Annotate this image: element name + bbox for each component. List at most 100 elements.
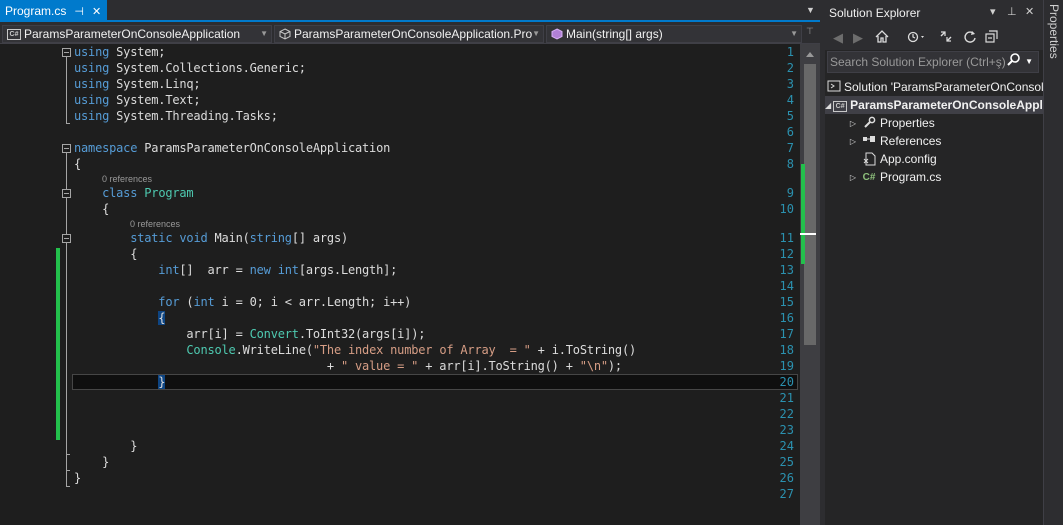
line-number: 10 <box>779 202 794 216</box>
code-line[interactable]: { <box>74 156 81 172</box>
line-number: 4 <box>786 93 794 107</box>
tree-item-label: Program.cs <box>880 170 942 184</box>
history-icon[interactable] <box>907 30 927 46</box>
codelens-references[interactable]: 0 references <box>102 174 152 184</box>
line-number: 14 <box>779 279 794 293</box>
project-dropdown[interactable]: C# ParamsParameterOnConsoleApplication ▼ <box>2 25 272 43</box>
references-icon <box>861 134 877 148</box>
navigation-bar: C# ParamsParameterOnConsoleApplication ▼… <box>0 24 820 44</box>
window-position-dropdown-icon[interactable]: ▾ <box>990 5 996 18</box>
code-line[interactable]: using System.Text; <box>74 92 201 108</box>
outline-guide-end <box>66 123 70 124</box>
code-line[interactable]: using System.Collections.Generic; <box>74 60 306 76</box>
method-icon <box>551 28 563 40</box>
forward-arrow-icon[interactable]: ▶ <box>853 30 863 46</box>
tree-item-solution[interactable]: Solution 'ParamsParameterOnConsoleApplic… <box>825 78 1043 96</box>
collapsed-arrow-icon[interactable]: ▷ <box>847 119 859 128</box>
sync-icon[interactable] <box>939 30 953 46</box>
back-arrow-icon[interactable]: ◀ <box>833 30 843 46</box>
code-line[interactable]: arr[i] = Convert.ToInt32(args[i]); <box>74 326 425 342</box>
properties-side-tab[interactable]: Properties <box>1043 0 1063 525</box>
collapsed-arrow-icon[interactable]: ▷ <box>847 137 859 146</box>
codelens-references[interactable]: 0 references <box>130 219 180 229</box>
tab-overflow-chevron-icon[interactable]: ▼ <box>806 5 815 15</box>
line-number: 19 <box>779 359 794 373</box>
collapse-outline-icon[interactable] <box>62 48 71 57</box>
tree-item-app-config[interactable]: App.config <box>825 150 1043 168</box>
line-number: 3 <box>786 77 794 91</box>
collapsed-arrow-icon[interactable]: ▷ <box>847 173 859 182</box>
csharp-file-icon: C# <box>862 172 876 183</box>
code-line[interactable]: } <box>74 454 109 470</box>
collapse-all-icon[interactable] <box>985 30 999 46</box>
outline-guide <box>66 153 67 486</box>
outline-guide <box>66 57 67 123</box>
search-icon[interactable] <box>1007 53 1020 70</box>
code-line[interactable]: namespace ParamsParameterOnConsoleApplic… <box>74 140 390 156</box>
editor-vertical-scrollbar[interactable] <box>800 44 820 525</box>
code-line[interactable]: } <box>74 470 81 486</box>
scrollbar-caret-marker <box>800 233 816 235</box>
tree-item-label: References <box>880 134 942 148</box>
code-line[interactable]: { <box>74 201 109 217</box>
solution-explorer-search[interactable]: ▼ <box>827 51 1039 73</box>
line-number: 26 <box>779 471 794 485</box>
pin-icon[interactable]: ⊣ <box>74 5 84 18</box>
code-line[interactable]: int[] arr = new int[args.Length]; <box>74 262 397 278</box>
collapse-outline-icon[interactable] <box>62 144 71 153</box>
chevron-down-icon[interactable]: ▼ <box>1025 57 1033 66</box>
refresh-icon[interactable] <box>963 30 977 46</box>
close-icon[interactable]: ✕ <box>1025 5 1034 18</box>
code-line[interactable]: { <box>74 246 137 262</box>
document-tab-program-cs[interactable]: Program.cs ⊣ ✕ <box>0 0 108 22</box>
code-line[interactable]: + " value = " + arr[i].ToString() + "\n"… <box>74 358 622 374</box>
line-number: 18 <box>779 343 794 357</box>
expanded-arrow-icon[interactable]: ◢ <box>825 101 831 110</box>
code-line[interactable]: using System.Threading.Tasks; <box>74 108 278 124</box>
tree-item-project[interactable]: ◢ C# ParamsParameterOnConsoleApplication <box>825 96 1043 114</box>
code-line[interactable]: using System; <box>74 44 166 60</box>
line-number: 17 <box>779 327 794 341</box>
solution-explorer-panel: Solution Explorer ▾ ⊥ ✕ ◀ ▶ ▼ <box>825 0 1043 525</box>
type-dropdown[interactable]: ParamsParameterOnConsoleApplication.Pro … <box>274 25 544 43</box>
tree-item-references[interactable]: ▷ References <box>825 132 1043 150</box>
code-line[interactable]: using System.Linq; <box>74 76 201 92</box>
code-editor[interactable]: 1 2 3 4 5 6 7 8 9 10 11 12 13 14 15 16 1… <box>0 44 800 525</box>
code-line[interactable]: } <box>74 438 137 454</box>
outline-guide-end <box>66 454 70 455</box>
line-number: 22 <box>779 407 794 421</box>
line-number: 5 <box>786 109 794 123</box>
home-icon[interactable] <box>875 30 889 46</box>
csharp-project-icon: C# <box>833 98 848 112</box>
line-number: 16 <box>779 311 794 325</box>
tree-item-properties[interactable]: ▷ Properties <box>825 114 1043 132</box>
tree-item-program-cs[interactable]: ▷ C# Program.cs <box>825 168 1043 186</box>
code-line[interactable]: Console.WriteLine("The index number of A… <box>74 342 636 358</box>
scrollbar-thumb[interactable] <box>804 64 816 345</box>
line-number: 25 <box>779 455 794 469</box>
code-line[interactable]: for (int i = 0; i < arr.Length; i++) <box>74 294 411 310</box>
document-tab-strip: Program.cs ⊣ ✕ ▼ <box>0 0 820 22</box>
type-dropdown-label: ParamsParameterOnConsoleApplication.Pro <box>294 27 533 41</box>
code-line[interactable]: class Program <box>74 185 194 201</box>
close-icon[interactable]: ✕ <box>92 5 101 18</box>
solution-icon <box>827 80 841 94</box>
line-number: 23 <box>779 423 794 437</box>
scroll-up-arrow-icon[interactable] <box>806 52 814 57</box>
split-window-icon[interactable]: ⊤ <box>806 26 814 37</box>
member-dropdown[interactable]: Main(string[] args) ▼ <box>546 25 802 43</box>
line-number: 2 <box>786 61 794 75</box>
chevron-down-icon: ▼ <box>790 29 798 38</box>
collapse-outline-icon[interactable] <box>62 234 71 243</box>
tree-item-label: ParamsParameterOnConsoleApplication <box>850 98 1043 112</box>
collapse-outline-icon[interactable] <box>62 189 71 198</box>
auto-hide-pin-icon[interactable]: ⊥ <box>1007 5 1017 18</box>
line-number: 1 <box>786 45 794 59</box>
code-line[interactable]: static void Main(string[] args) <box>74 230 348 246</box>
tree-item-label: Properties <box>880 116 935 130</box>
code-line[interactable]: { <box>74 310 166 326</box>
code-line[interactable]: } <box>74 374 166 390</box>
line-number: 8 <box>786 157 794 171</box>
search-input[interactable] <box>830 54 1006 70</box>
current-line-highlight <box>72 374 798 390</box>
